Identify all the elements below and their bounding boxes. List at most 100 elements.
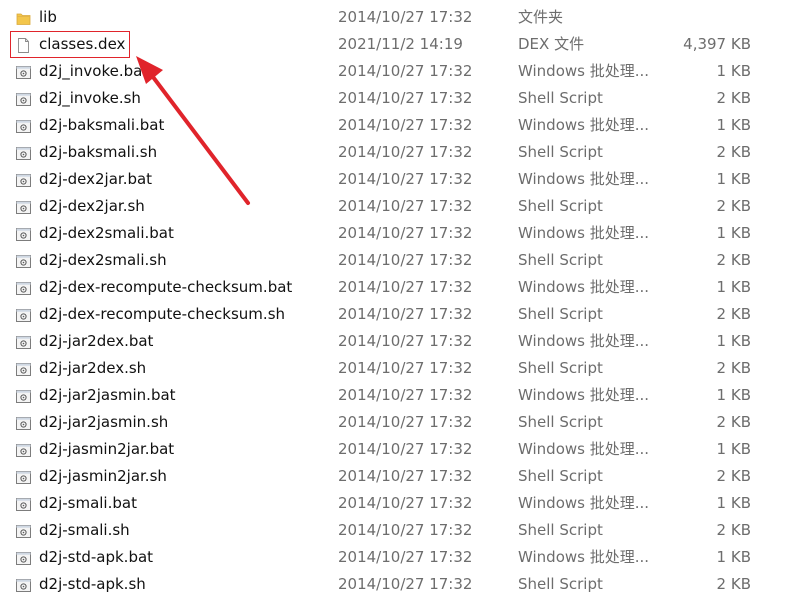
file-date-modified: 2014/10/27 17:32: [338, 8, 473, 26]
file-row[interactable]: d2j-smali.sh 2014/10/27 17:32 Shell Script…: [0, 517, 795, 544]
file-type: 文件夹: [518, 8, 564, 26]
file-name[interactable]: d2j-smali.sh: [39, 517, 130, 544]
file-type: Windows 批处理...: [518, 332, 650, 350]
file-row[interactable]: d2j-baksmali.sh 2014/10/27 17:32 Shell Scr…: [0, 139, 795, 166]
file-name[interactable]: d2j-jasmin2jar.sh: [39, 463, 167, 490]
file-type: Windows 批处理...: [518, 62, 650, 80]
file-name[interactable]: d2j-smali.bat: [39, 490, 137, 517]
file-row[interactable]: d2j-dex2jar.bat 2014/10/27 17:32 Windows 批…: [0, 166, 795, 193]
file-date-modified: 2014/10/27 17:32: [338, 413, 473, 431]
file-date-modified: 2014/10/27 17:32: [338, 359, 473, 377]
file-row[interactable]: d2j-dex2smali.bat 2014/10/27 17:32 Windows…: [0, 220, 795, 247]
batch-script-icon: [15, 63, 32, 80]
file-date-modified: 2014/10/27 17:32: [338, 251, 473, 269]
shell-script-icon: [15, 360, 32, 377]
file-size: 1 KB: [716, 62, 751, 80]
file-row[interactable]: d2j-baksmali.bat 2014/10/27 17:32 Windows …: [0, 112, 795, 139]
file-name[interactable]: d2j-jar2dex.sh: [39, 355, 146, 382]
file-size: 4,397 KB: [683, 35, 751, 53]
file-row[interactable]: d2j-jar2jasmin.sh 2014/10/27 17:32 Shell S…: [0, 409, 795, 436]
file-name[interactable]: d2j-std-apk.sh: [39, 571, 146, 598]
file-date-modified: 2014/10/27 17:32: [338, 278, 473, 296]
file-date-modified: 2014/10/27 17:32: [338, 386, 473, 404]
file-row[interactable]: d2j-jasmin2jar.sh 2014/10/27 17:32 Shell S…: [0, 463, 795, 490]
file-name[interactable]: d2j-jasmin2jar.bat: [39, 436, 174, 463]
file-name[interactable]: d2j-dex-recompute-checksum.bat: [39, 274, 292, 301]
file-name[interactable]: d2j-dex2smali.sh: [39, 247, 167, 274]
file-size: 2 KB: [716, 305, 751, 323]
shell-script-icon: [15, 306, 32, 323]
file-size: 2 KB: [716, 251, 751, 269]
file-row[interactable]: d2j-dex-recompute-checksum.sh 2014/10/27 …: [0, 301, 795, 328]
file-name[interactable]: d2j-baksmali.bat: [39, 112, 164, 139]
file-row[interactable]: lib 2014/10/27 17:32 文件夹: [0, 4, 795, 31]
file-name[interactable]: d2j_invoke.sh: [39, 85, 141, 112]
file-type: Windows 批处理...: [518, 440, 650, 458]
file-name[interactable]: d2j-jar2dex.bat: [39, 328, 153, 355]
file-date-modified: 2014/10/27 17:32: [338, 197, 473, 215]
file-size: 2 KB: [716, 89, 751, 107]
batch-script-icon: [15, 333, 32, 350]
file-type: Shell Script: [518, 575, 603, 593]
file-name[interactable]: d2j-dex2jar.bat: [39, 166, 152, 193]
file-date-modified: 2014/10/27 17:32: [338, 467, 473, 485]
file-size: 1 KB: [716, 386, 751, 404]
file-name[interactable]: d2j-dex2jar.sh: [39, 193, 145, 220]
file-type: Shell Script: [518, 467, 603, 485]
shell-script-icon: [15, 414, 32, 431]
file-row[interactable]: d2j-dex2jar.sh 2014/10/27 17:32 Shell Scri…: [0, 193, 795, 220]
batch-script-icon: [15, 171, 32, 188]
shell-script-icon: [15, 576, 32, 593]
shell-script-icon: [15, 144, 32, 161]
file-size: 2 KB: [716, 143, 751, 161]
file-date-modified: 2014/10/27 17:32: [338, 521, 473, 539]
file-type: Windows 批处理...: [518, 116, 650, 134]
file-row[interactable]: d2j-smali.bat 2014/10/27 17:32 Windows 批处理…: [0, 490, 795, 517]
file-row[interactable]: d2j-dex2smali.sh 2014/10/27 17:32 Shell Sc…: [0, 247, 795, 274]
file-size: 1 KB: [716, 278, 751, 296]
file-row[interactable]: d2j_invoke.sh 2014/10/27 17:32 Shell Scrip…: [0, 85, 795, 112]
file-name[interactable]: d2j-dex-recompute-checksum.sh: [39, 301, 285, 328]
file-date-modified: 2014/10/27 17:32: [338, 116, 473, 134]
file-row[interactable]: d2j-jar2dex.sh 2014/10/27 17:32 Shell Scri…: [0, 355, 795, 382]
shell-script-icon: [15, 90, 32, 107]
file-type: Shell Script: [518, 143, 603, 161]
shell-script-icon: [15, 468, 32, 485]
file-name[interactable]: d2j-jar2jasmin.bat: [39, 382, 176, 409]
file-date-modified: 2014/10/27 17:32: [338, 89, 473, 107]
file-date-modified: 2014/10/27 17:32: [338, 62, 473, 80]
file-size: 1 KB: [716, 170, 751, 188]
file-name[interactable]: d2j-std-apk.bat: [39, 544, 153, 571]
batch-script-icon: [15, 495, 32, 512]
file-name[interactable]: d2j-baksmali.sh: [39, 139, 157, 166]
file-type: Windows 批处理...: [518, 494, 650, 512]
file-date-modified: 2014/10/27 17:32: [338, 143, 473, 161]
file-row[interactable]: d2j-std-apk.bat 2014/10/27 17:32 Windows 批…: [0, 544, 795, 571]
annotation-highlight-box: [10, 31, 130, 58]
file-name[interactable]: d2j-jar2jasmin.sh: [39, 409, 168, 436]
file-name[interactable]: d2j-dex2smali.bat: [39, 220, 174, 247]
batch-script-icon: [15, 387, 32, 404]
file-size: 2 KB: [716, 197, 751, 215]
file-type: Shell Script: [518, 305, 603, 323]
file-list: lib 2014/10/27 17:32 文件夹 classes.dex 2021/11…: [0, 4, 795, 598]
file-name[interactable]: lib: [39, 4, 57, 31]
file-date-modified: 2021/11/2 14:19: [338, 35, 463, 53]
batch-script-icon: [15, 549, 32, 566]
file-date-modified: 2014/10/27 17:32: [338, 170, 473, 188]
file-row[interactable]: d2j-dex-recompute-checksum.bat 2014/10/27…: [0, 274, 795, 301]
file-row[interactable]: d2j-jar2jasmin.bat 2014/10/27 17:32 Window…: [0, 382, 795, 409]
file-type: Shell Script: [518, 89, 603, 107]
file-size: 2 KB: [716, 359, 751, 377]
file-row[interactable]: d2j-jasmin2jar.bat 2014/10/27 17:32 Window…: [0, 436, 795, 463]
file-name[interactable]: d2j_invoke.bat: [39, 58, 148, 85]
file-row[interactable]: d2j_invoke.bat 2014/10/27 17:32 Windows 批处…: [0, 58, 795, 85]
file-row[interactable]: d2j-std-apk.sh 2014/10/27 17:32 Shell Scri…: [0, 571, 795, 598]
shell-script-icon: [15, 252, 32, 269]
file-type: Shell Script: [518, 251, 603, 269]
file-date-modified: 2014/10/27 17:32: [338, 494, 473, 512]
file-row[interactable]: d2j-jar2dex.bat 2014/10/27 17:32 Windows 批…: [0, 328, 795, 355]
file-size: 1 KB: [716, 548, 751, 566]
file-size: 2 KB: [716, 575, 751, 593]
shell-script-icon: [15, 522, 32, 539]
